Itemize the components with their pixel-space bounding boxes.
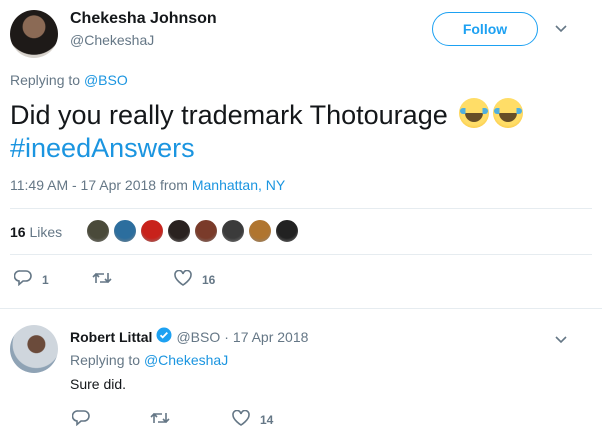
like-action[interactable]: 16	[174, 269, 216, 289]
reply-date[interactable]: 17 Apr 2018	[233, 329, 309, 345]
liker-avatar[interactable]	[167, 219, 191, 243]
liker-avatar[interactable]	[221, 219, 245, 243]
liker-avatar[interactable]	[194, 219, 218, 243]
reply-retweet-action[interactable]	[150, 410, 170, 429]
reply-header: Robert Littal @BSO · 17 Apr 2018	[70, 327, 308, 346]
follow-button[interactable]: Follow	[432, 12, 538, 46]
author-handle[interactable]: @ChekeshaJ	[70, 32, 154, 48]
retweet-action[interactable]	[92, 270, 112, 289]
timestamp-line: 11:49 AM - 17 Apr 2018 from Manhattan, N…	[10, 177, 285, 193]
verified-badge-icon	[156, 327, 172, 346]
likes-count: 16	[10, 224, 26, 240]
location-link[interactable]: Manhattan, NY	[192, 177, 285, 193]
retweet-icon	[150, 410, 170, 429]
reply-reply-action[interactable]	[71, 410, 90, 429]
timestamp[interactable]: 11:49 AM - 17 Apr 2018 from	[10, 177, 188, 193]
reply-author-name[interactable]: Robert Littal	[70, 329, 152, 345]
chevron-down-icon[interactable]	[555, 333, 567, 347]
liker-avatar[interactable]	[86, 219, 110, 243]
reply-action[interactable]: 1	[13, 270, 49, 289]
heart-icon	[232, 409, 250, 429]
likers-avatars	[86, 219, 316, 245]
reply-count: 1	[42, 272, 49, 287]
tweet-text: Did you really trademark Thotourage #ine…	[10, 98, 590, 165]
replying-to-link[interactable]: @BSO	[84, 72, 128, 88]
liker-avatar[interactable]	[113, 219, 137, 243]
reply-replying-link[interactable]: @ChekeshaJ	[144, 352, 228, 368]
likes-label: Likes	[29, 224, 63, 240]
liker-avatar[interactable]	[140, 219, 164, 243]
replying-to-prefix: Replying to	[10, 72, 81, 88]
divider	[10, 208, 592, 209]
reply-text: Sure did.	[70, 376, 127, 392]
author-avatar[interactable]	[10, 10, 58, 58]
liker-avatar[interactable]	[275, 219, 299, 243]
retweet-icon	[92, 270, 112, 289]
reply-icon	[71, 410, 90, 429]
divider	[0, 308, 602, 309]
reply-separator: ·	[224, 328, 229, 345]
divider	[10, 254, 592, 255]
likes-summary[interactable]: 16 Likes	[10, 224, 62, 240]
like-count: 16	[202, 272, 216, 287]
reply-replying-to-line: Replying to @ChekeshaJ	[70, 352, 228, 368]
laughing-emoji-icon	[455, 98, 524, 130]
reply-replying-prefix: Replying to	[70, 352, 141, 368]
reply-author-handle[interactable]: @BSO	[176, 329, 220, 345]
reply-author-avatar[interactable]	[10, 325, 58, 373]
author-name[interactable]: Chekesha Johnson	[70, 10, 217, 28]
chevron-down-icon[interactable]	[555, 22, 567, 36]
hashtag-link[interactable]: #ineedAnswers	[10, 133, 195, 163]
reply-icon	[13, 270, 32, 289]
heart-icon	[174, 269, 192, 289]
liker-avatar[interactable]	[248, 219, 272, 243]
tweet-body: Did you really trademark Thotourage	[10, 100, 448, 130]
reply-like-count: 14	[260, 412, 274, 427]
reply-like-action[interactable]: 14	[232, 409, 274, 429]
replying-to-line: Replying to @BSO	[10, 72, 128, 88]
